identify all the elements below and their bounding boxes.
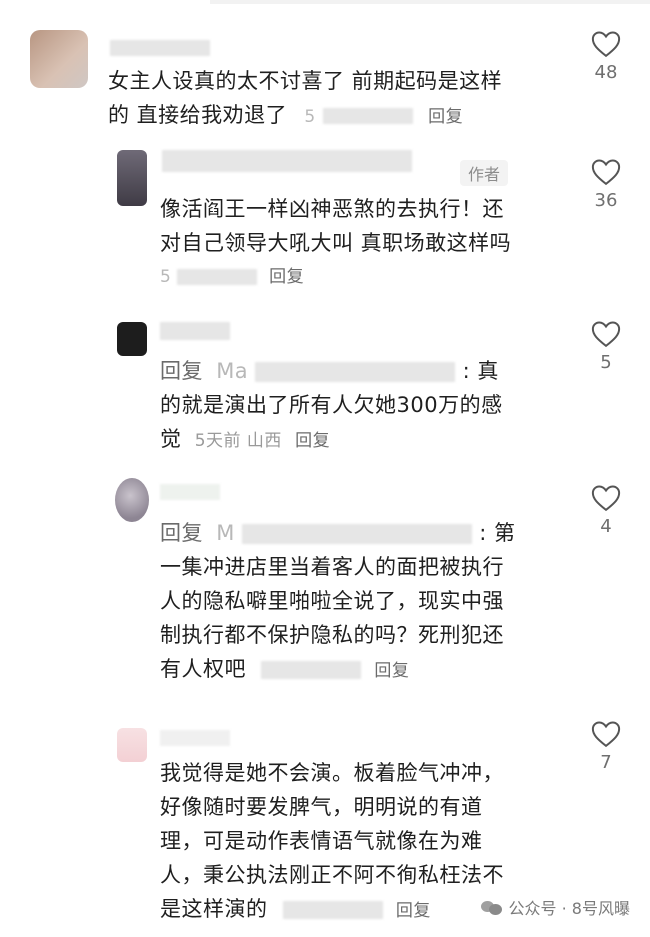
comment-line: 像活阎王一样凶神恶煞的去执行！还	[160, 197, 504, 221]
timestamp-blurred	[282, 901, 383, 919]
timestamp-blurred	[261, 661, 362, 679]
comment-line: 一集冲进店里当着客人的面把被执行	[160, 555, 504, 579]
comment-line: : 真	[462, 359, 499, 383]
avatar[interactable]	[117, 150, 147, 206]
like-count: 36	[594, 190, 618, 211]
avatar[interactable]	[117, 728, 147, 762]
avatar[interactable]	[115, 478, 149, 522]
watermark-text: 公众号 · 8号风曝	[508, 899, 630, 918]
comment-text: 回复 M : 第 一集冲进店里当着客人的面把被执行 人的隐私噼里啪啦全说了，现实…	[160, 516, 560, 688]
comment-line: 的 直接给我劝退了	[108, 103, 288, 127]
reply-prefix: 回复	[160, 359, 203, 383]
author-badge: 作者	[460, 160, 509, 186]
comment-line: 对自己领导大吼大叫 真职场敢这样吗	[160, 231, 512, 255]
comment-line: 人的隐私噼里啪啦全说了，现实中强	[160, 589, 504, 613]
timestamp: 5天前 山西	[194, 431, 282, 451]
timestamp-blurred	[177, 269, 258, 285]
like-button[interactable]: 48	[581, 30, 631, 83]
comment-line: : 第	[479, 521, 516, 545]
comment-text: 像活阎王一样凶神恶煞的去执行！还 对自己领导大吼大叫 真职场敢这样吗 5 回复	[160, 192, 560, 294]
timestamp-blurred	[322, 108, 413, 124]
comment-line: 觉	[160, 427, 182, 451]
like-count: 5	[600, 352, 612, 373]
like-button[interactable]: 7	[581, 720, 631, 773]
comment-text: 女主人设真的太不讨喜了 前期起码是这样 的 直接给我劝退了 5 回复	[108, 64, 588, 134]
avatar[interactable]	[30, 30, 88, 88]
heart-icon	[591, 31, 621, 58]
comment-line: 是这样演的	[160, 897, 268, 921]
comment-line: 我觉得是她不会演。板着脸气冲冲，	[160, 761, 504, 785]
replied-username[interactable]: Ma	[216, 359, 248, 383]
top-divider	[210, 0, 650, 4]
wechat-icon	[480, 899, 503, 915]
username-blurred[interactable]	[110, 40, 210, 56]
comment-line: 理，可是动作表情语气就像在为难	[160, 829, 483, 853]
username-blurred[interactable]	[160, 730, 230, 746]
like-count: 48	[594, 62, 618, 83]
comment-line: 好像随时要发脾气，明明说的有道	[160, 795, 483, 819]
like-button[interactable]: 36	[581, 158, 631, 211]
avatar[interactable]	[117, 322, 147, 356]
username-blurred[interactable]	[162, 150, 412, 172]
watermark: 公众号 · 8号风曝	[480, 895, 630, 919]
like-count: 7	[600, 752, 612, 773]
like-button[interactable]: 4	[581, 484, 631, 537]
heart-icon	[591, 321, 621, 348]
heart-icon	[591, 159, 621, 186]
username-blurred	[255, 362, 456, 382]
comment-line: 制执行都不保护隐私的吗？死刑犯还	[160, 623, 504, 647]
reply-button[interactable]: 回复	[428, 107, 463, 127]
username-blurred	[242, 524, 472, 544]
comment-text: 回复 Ma : 真 的就是演出了所有人欠她300万的感 觉 5天前 山西 回复	[160, 354, 560, 458]
comment-line: 有人权吧	[160, 657, 246, 681]
reply-prefix: 回复	[160, 521, 203, 545]
timestamp: 5	[160, 267, 172, 287]
username-blurred[interactable]	[160, 322, 230, 340]
replied-username[interactable]: M	[216, 521, 235, 545]
reply-button[interactable]: 回复	[295, 431, 330, 451]
reply-button[interactable]: 回复	[269, 267, 304, 287]
timestamp: 5	[304, 107, 316, 127]
comment-line: 人，秉公执法刚正不阿不徇私枉法不	[160, 863, 504, 887]
like-count: 4	[600, 516, 612, 537]
reply-button[interactable]: 回复	[396, 901, 431, 921]
comment-line: 女主人设真的太不讨喜了 前期起码是这样	[108, 69, 503, 93]
like-button[interactable]: 5	[581, 320, 631, 373]
heart-icon	[591, 485, 621, 512]
reply-button[interactable]: 回复	[374, 661, 409, 681]
username-blurred[interactable]	[160, 484, 220, 500]
comment-line: 的就是演出了所有人欠她300万的感	[160, 393, 503, 417]
heart-icon	[591, 721, 621, 748]
